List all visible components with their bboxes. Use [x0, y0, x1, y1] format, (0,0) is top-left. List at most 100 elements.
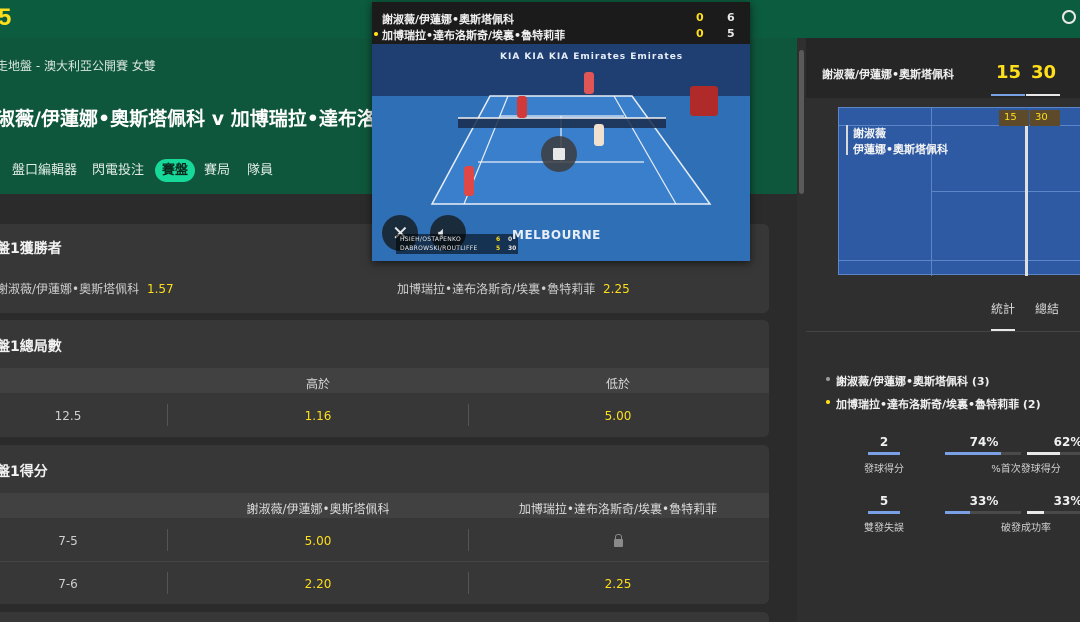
legend-a-label: 謝淑薇/伊蓮娜•奧斯塔佩科 (3) [836, 375, 990, 388]
team-a-odds[interactable]: 5.00 [305, 534, 332, 548]
player-figure [584, 72, 594, 94]
stop-button[interactable] [541, 136, 577, 172]
double-faults-bar-fill [868, 511, 900, 514]
court-player-2: 伊蓮娜•奧斯塔佩科 [853, 143, 949, 156]
scorebug-b-games: 5 [496, 245, 501, 252]
col-under: 低於 [605, 377, 631, 391]
col-team-a: 謝淑薇/伊蓮娜•奧斯塔佩科 [246, 502, 390, 516]
legend-dot-a [826, 377, 830, 381]
first-serve-a: 74% [969, 435, 999, 449]
team-b-odds[interactable]: 2.25 [605, 577, 632, 591]
break-bar-b [1027, 511, 1080, 514]
break-bar-a [945, 511, 1021, 514]
scorebug-team-b: DABROWSKI/ROUTLIFFE [400, 245, 478, 252]
score-underline-b [1026, 94, 1060, 96]
umpire-chair [690, 86, 718, 116]
aces-bar-fill [868, 452, 900, 455]
point-score-a: 15 [996, 62, 1022, 83]
scorebug-a-games: 6 [496, 236, 501, 243]
stream-team-a: 謝淑薇/伊蓮娜•奧斯塔佩科 [382, 13, 515, 26]
player-figure [594, 124, 604, 146]
market-title[interactable]: 盤1得分 [0, 461, 48, 481]
divider [468, 572, 469, 594]
double-faults-bar [868, 511, 900, 514]
legend-b-label: 加博瑞拉•達布洛斯奇/埃裏•魯特莉菲 (2) [836, 398, 1041, 411]
break-b: 33% [1053, 494, 1080, 508]
col-over: 高於 [305, 377, 331, 391]
stream-team-b-sets: 0 [696, 27, 704, 40]
score-label: 7-5 [58, 534, 78, 548]
live-score-header: 謝淑薇/伊蓮娜•奧斯塔佩科 15 30 [806, 38, 1080, 98]
broadcast-scorebug: HSIEH/OSTAPENKO 6 0 DABROWSKI/ROUTLIFFE … [396, 234, 518, 254]
tab-summary[interactable]: 總結 [1035, 300, 1059, 317]
team-b-name: 加博瑞拉•達布洛斯奇/埃裏•魯特莉菲 [397, 282, 596, 296]
correct-score-market: 盤1得分 謝淑薇/伊蓮娜•奧斯塔佩科 加博瑞拉•達布洛斯奇/埃裏•魯特莉菲 7-… [0, 445, 769, 604]
first-serve-fill-b [1027, 452, 1060, 455]
court-score-a: 15 [999, 110, 1029, 126]
score-underline-a [991, 94, 1025, 96]
court-score-b: 30 [1030, 110, 1060, 126]
divider [167, 529, 168, 551]
brand-logo[interactable]: 5 [0, 4, 11, 32]
search-icon[interactable] [1062, 10, 1076, 24]
court-line [931, 191, 1080, 192]
net [458, 118, 666, 128]
breadcrumb[interactable]: 走地盤 - 澳大利亞公開賽 女雙 [0, 57, 156, 74]
court-player-1: 謝淑薇 [853, 127, 886, 140]
break-a: 33% [969, 494, 999, 508]
tab-bet-builder[interactable]: 盤口編輯器 [12, 159, 77, 182]
divider [806, 331, 1080, 332]
court-visual: 謝淑薇 伊蓮娜•奧斯塔佩科 15 30 [838, 107, 1080, 276]
first-serve-b: 62% [1053, 435, 1080, 449]
team-a-odds[interactable]: 1.57 [147, 282, 174, 296]
aces-bar [868, 452, 900, 455]
tab-sets[interactable]: 賽盤 [155, 159, 196, 182]
aces-value: 2 [879, 435, 889, 449]
divider [468, 529, 469, 551]
first-serve-bar-b [1027, 452, 1080, 455]
net-post [1025, 126, 1028, 276]
break-label: 破發成功率 [1001, 523, 1051, 534]
scrollbar[interactable] [797, 38, 806, 622]
score-label: 7-6 [58, 577, 78, 591]
tab-stats[interactable]: 統計 [991, 300, 1015, 317]
court-line [839, 260, 1080, 261]
break-fill-b [1027, 511, 1045, 514]
column-header: 高於 低於 [0, 368, 769, 393]
video-frame[interactable]: KIA KIA KIA Emirates Emirates ✕ 🔈︎ HSIEH… [372, 44, 750, 261]
selection-team-b[interactable]: 加博瑞拉•達布洛斯奇/埃裏•魯特莉菲 2.25 [397, 280, 630, 297]
stream-scoreboard: 謝淑薇/伊蓮娜•奧斯塔佩科 0 6 加博瑞拉•達布洛斯奇/埃裏•魯特莉菲 0 5 [372, 2, 750, 44]
team-a-odds[interactable]: 2.20 [305, 577, 332, 591]
break-fill-a [945, 511, 971, 514]
market-title[interactable]: 盤1總局數 [0, 336, 62, 356]
first-serve-bar-a [945, 452, 1021, 455]
live-panel: 謝淑薇/伊蓮娜•奧斯塔佩科 15 30 謝淑薇 伊蓮娜•奧斯塔佩科 15 30 … [806, 38, 1080, 622]
court-sign: MELBOURNE [512, 228, 601, 242]
divider [167, 572, 168, 594]
stream-team-b: 加博瑞拉•達布洛斯奇/埃裏•魯特莉菲 [382, 29, 566, 42]
col-team-b: 加博瑞拉•達布洛斯奇/埃裏•魯特莉菲 [518, 502, 718, 516]
court-line [931, 108, 932, 276]
market-title[interactable]: 盤1獲勝者 [0, 238, 62, 258]
tab-players[interactable]: 隊員 [247, 159, 273, 182]
next-market [0, 612, 769, 622]
scorebug-b-points: 30 [508, 245, 517, 252]
team-b-odds[interactable]: 2.25 [603, 282, 630, 296]
legend-team-b: 加博瑞拉•達布洛斯奇/埃裏•魯特莉菲 (2) [826, 396, 1041, 412]
lock-icon [614, 534, 623, 547]
divider [468, 404, 469, 426]
column-header: 謝淑薇/伊蓮娜•奧斯塔佩科 加博瑞拉•達布洛斯奇/埃裏•魯特莉菲 [0, 493, 769, 518]
double-faults-label: 雙發失誤 [864, 523, 904, 534]
under-odds[interactable]: 5.00 [605, 409, 632, 423]
legend-dot-b [826, 400, 830, 404]
tab-flash-bet[interactable]: 閃電投注 [92, 159, 144, 182]
live-stream-popup[interactable]: 謝淑薇/伊蓮娜•奧斯塔佩科 0 6 加博瑞拉•達布洛斯奇/埃裏•魯特莉菲 0 5… [372, 2, 750, 261]
over-odds[interactable]: 1.16 [305, 409, 332, 423]
selection-team-a[interactable]: 謝淑薇/伊蓮娜•奧斯塔佩科 1.57 [0, 280, 174, 297]
scroll-thumb[interactable] [799, 50, 804, 194]
tab-games[interactable]: 賽局 [204, 159, 230, 182]
selection-row: 謝淑薇/伊蓮娜•奧斯塔佩科 1.57 加博瑞拉•達布洛斯奇/埃裏•魯特莉菲 2.… [0, 280, 769, 306]
double-faults-value: 5 [879, 494, 889, 508]
scorebug-team-a: HSIEH/OSTAPENKO [400, 236, 461, 243]
serve-indicator [846, 125, 848, 155]
